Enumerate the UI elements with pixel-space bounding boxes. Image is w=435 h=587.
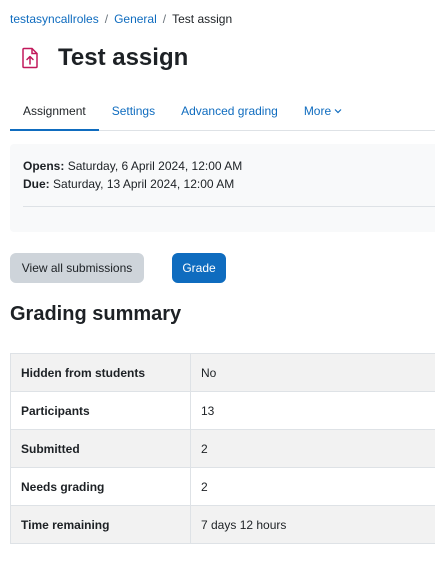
page-title: Test assign	[58, 44, 189, 71]
row-value: No	[190, 353, 435, 392]
grading-summary-table: Hidden from students No Participants 13 …	[10, 353, 435, 544]
opens-value: Saturday, 6 April 2024, 12:00 AM	[67, 159, 243, 173]
row-value: 2	[190, 429, 435, 468]
tab-settings[interactable]: Settings	[99, 92, 168, 130]
divider	[23, 206, 435, 207]
chevron-down-icon	[334, 108, 342, 114]
tab-label: Settings	[111, 104, 156, 118]
assignment-page: testasyncallroles / General / Test assig…	[0, 0, 435, 587]
row-label: Participants	[10, 391, 191, 430]
activity-dates-panel: Opens: Saturday, 6 April 2024, 12:00 AM …	[10, 144, 435, 232]
tab-assignment[interactable]: Assignment	[10, 92, 99, 131]
due-value: Saturday, 13 April 2024, 12:00 AM	[53, 177, 235, 191]
assignment-upload-icon	[10, 38, 50, 78]
table-row: Submitted 2	[10, 429, 435, 468]
row-label: Time remaining	[10, 505, 191, 544]
row-value: 7 days 12 hours	[190, 505, 435, 544]
table-row: Needs grading 2	[10, 467, 435, 506]
row-value: 2	[190, 467, 435, 506]
row-label: Submitted	[10, 429, 191, 468]
table-row: Time remaining 7 days 12 hours	[10, 505, 435, 544]
table-row: Hidden from students No	[10, 353, 435, 392]
breadcrumb-current: Test assign	[172, 12, 233, 26]
breadcrumb: testasyncallroles / General / Test assig…	[10, 12, 232, 26]
breadcrumb-course-link[interactable]: testasyncallroles	[10, 12, 99, 26]
opens-date: Opens: Saturday, 6 April 2024, 12:00 AM	[23, 159, 242, 173]
due-label: Due:	[23, 177, 50, 191]
secondary-navigation: Assignment Settings Advanced grading Mor…	[10, 92, 435, 131]
grading-summary-heading: Grading summary	[10, 303, 182, 325]
due-date: Due: Saturday, 13 April 2024, 12:00 AM	[23, 177, 234, 191]
tab-label: Advanced grading	[181, 104, 278, 118]
grade-button[interactable]: Grade	[172, 253, 226, 283]
row-label: Needs grading	[10, 467, 191, 506]
row-value: 13	[190, 391, 435, 430]
breadcrumb-separator: /	[104, 12, 109, 26]
tab-advanced-grading[interactable]: Advanced grading	[168, 92, 291, 130]
page-header: Test assign	[10, 38, 188, 78]
breadcrumb-separator: /	[162, 12, 167, 26]
tab-label: Assignment	[23, 103, 86, 118]
breadcrumb-section-link[interactable]: General	[114, 12, 157, 26]
tab-more[interactable]: More	[291, 92, 355, 130]
tab-label: More	[303, 104, 332, 118]
table-row: Participants 13	[10, 391, 435, 430]
row-label: Hidden from students	[10, 353, 191, 392]
view-all-submissions-button[interactable]: View all submissions	[10, 253, 144, 283]
opens-label: Opens:	[23, 159, 65, 173]
